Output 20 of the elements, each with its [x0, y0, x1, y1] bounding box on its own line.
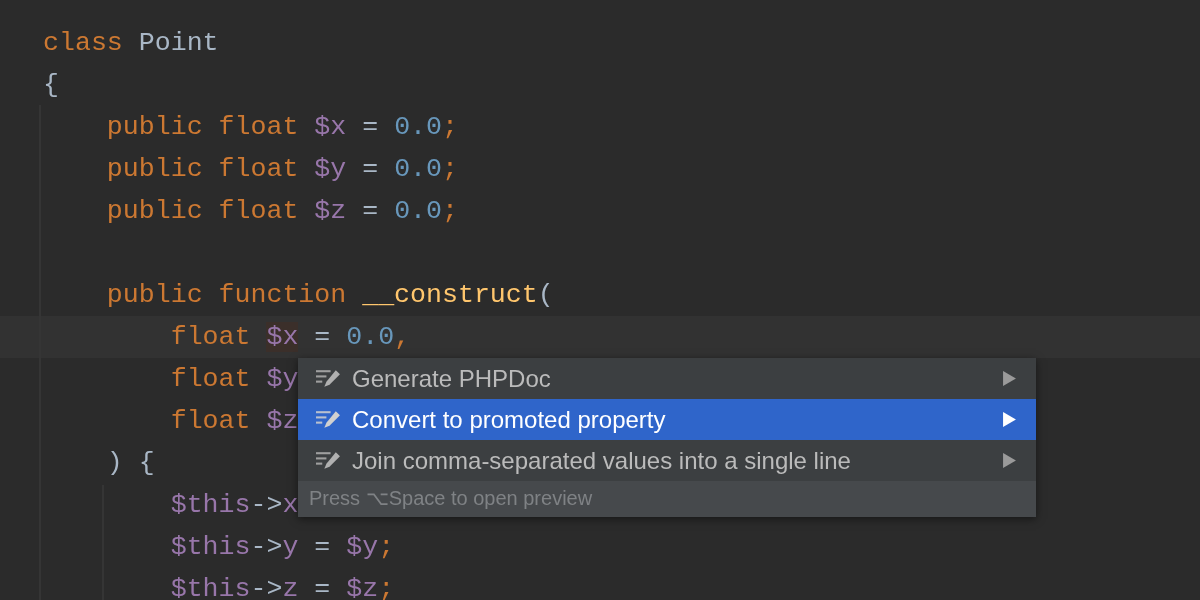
- code-line: public float $y = 0.0;: [105, 153, 458, 185]
- code-line: $this->y = $y;: [169, 531, 395, 563]
- code-line: public function __construct(: [105, 279, 554, 311]
- edit-icon: [316, 450, 341, 471]
- code-line: {: [43, 69, 59, 101]
- menu-item[interactable]: Convert to promoted property: [298, 399, 1036, 440]
- menu-item[interactable]: Generate PHPDoc: [298, 358, 1036, 399]
- edit-icon: [316, 409, 341, 430]
- code-line: float $y: [169, 363, 299, 395]
- code-line: float $x = 0.0,: [169, 321, 411, 353]
- menu-item[interactable]: Join comma-separated values into a single line: [298, 440, 1036, 481]
- code-line: class Point: [43, 27, 219, 59]
- edit-icon: [316, 368, 341, 389]
- code-line: float $z: [169, 405, 299, 437]
- hint-text: Press ⌥Space to open preview: [298, 481, 1036, 517]
- code-line: public float $z = 0.0;: [105, 195, 458, 227]
- code-line: $this->z = $z;: [169, 573, 395, 600]
- code-line: ) {: [105, 447, 155, 479]
- code-line: $this->x: [169, 489, 299, 521]
- code-line: public float $x = 0.0;: [105, 111, 458, 143]
